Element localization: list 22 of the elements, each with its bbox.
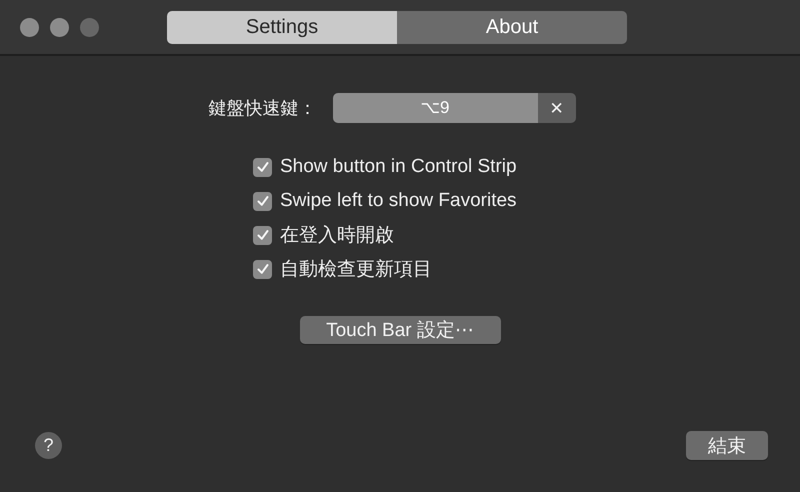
checkmark-icon <box>256 262 270 276</box>
option-label: Show button in Control Strip <box>280 156 517 178</box>
shortcut-label: 鍵盤快速鍵： <box>208 97 316 120</box>
quit-button[interactable]: 結束 <box>686 431 768 460</box>
checkmark-icon <box>256 194 270 208</box>
touch-bar-settings-button[interactable]: Touch Bar 設定⋯ <box>300 316 500 344</box>
checkmark-icon <box>256 160 270 174</box>
help-button[interactable]: ? <box>35 432 62 459</box>
tab[interactable]: Settings <box>167 10 397 44</box>
shortcut-field[interactable]: ⌥9 <box>332 93 538 123</box>
clear-button[interactable]: ✕ <box>538 93 576 123</box>
close-window-button[interactable] <box>20 18 39 36</box>
checkbox[interactable] <box>253 260 272 278</box>
checkbox[interactable] <box>253 226 272 244</box>
checkmark-icon <box>256 228 270 242</box>
checkbox[interactable] <box>253 158 272 176</box>
minimize-window-button[interactable] <box>50 18 69 36</box>
option-label: 在登入時開啟 <box>280 224 394 248</box>
option-label: 自動檢查更新項目 <box>280 258 432 282</box>
checkbox[interactable] <box>253 192 272 210</box>
option-label: Swipe left to show Favorites <box>280 190 517 212</box>
tab[interactable]: About <box>397 10 627 44</box>
